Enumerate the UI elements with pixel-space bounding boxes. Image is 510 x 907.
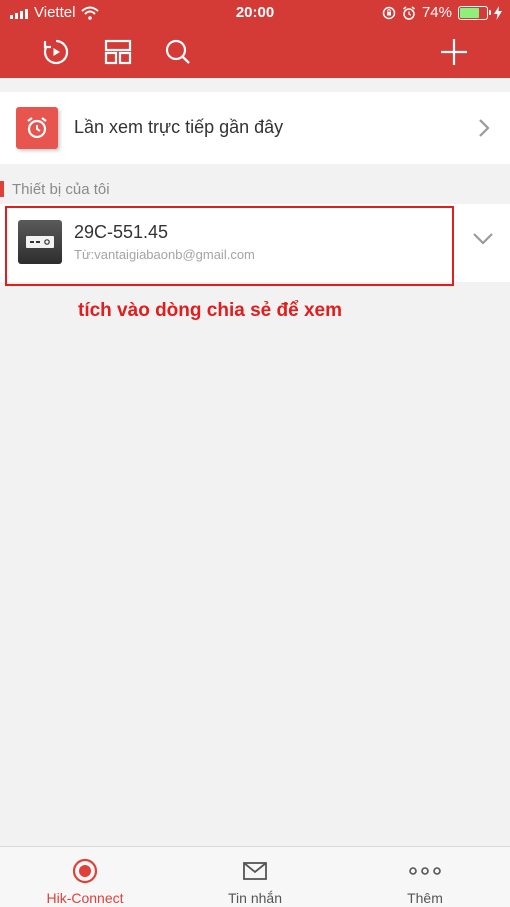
- battery-fill: [460, 7, 480, 18]
- device-row[interactable]: 29C-551.45 Từ:vantaigiabaonb@gmail.com: [0, 204, 510, 282]
- search-icon[interactable]: [162, 36, 194, 68]
- tab-bar: Hik-Connect Tin nhắn Thêm: [0, 846, 510, 907]
- orientation-lock-icon: [382, 6, 396, 19]
- tab-label: Hik-Connect: [46, 890, 124, 906]
- device-shared-from: Từ:vantaigiabaonb@gmail.com: [74, 247, 255, 262]
- toolbar: [0, 26, 510, 78]
- section-title: Thiết bị của tôi: [12, 180, 110, 198]
- more-icon: [340, 859, 510, 883]
- recent-live-view-row[interactable]: Lần xem trực tiếp gần đây: [0, 92, 510, 164]
- add-icon[interactable]: [438, 36, 470, 68]
- battery-icon: [458, 5, 491, 20]
- dvr-device-icon: [18, 220, 62, 264]
- mail-icon: [170, 859, 340, 883]
- instruction-annotation: tích vào dòng chia sẻ để xem: [78, 300, 342, 321]
- tab-messages[interactable]: Tin nhắn: [170, 847, 340, 907]
- history-icon[interactable]: [40, 36, 72, 68]
- chevron-right-icon: [479, 119, 490, 137]
- tab-label: Tin nhắn: [228, 890, 282, 906]
- tab-more[interactable]: Thêm: [340, 847, 510, 907]
- tab-hik-connect[interactable]: Hik-Connect: [0, 847, 170, 907]
- clock-icon: [16, 107, 58, 149]
- app-header: Viettel 20:00 74%: [0, 0, 510, 78]
- section-header: Thiết bị của tôi: [0, 179, 110, 199]
- hik-connect-icon: [0, 858, 170, 884]
- tab-label: Thêm: [407, 890, 443, 906]
- section-accent-bar: [0, 181, 4, 197]
- alarm-icon: [403, 5, 415, 20]
- recent-live-view-label: Lần xem trực tiếp gần đây: [74, 117, 284, 137]
- charging-icon: [494, 5, 502, 20]
- status-bar: Viettel 20:00 74%: [0, 0, 510, 26]
- battery-percent: 74%: [421, 4, 452, 21]
- layout-icon[interactable]: [102, 36, 134, 68]
- chevron-down-icon[interactable]: [472, 232, 494, 246]
- device-name: 29C-551.45: [74, 222, 169, 242]
